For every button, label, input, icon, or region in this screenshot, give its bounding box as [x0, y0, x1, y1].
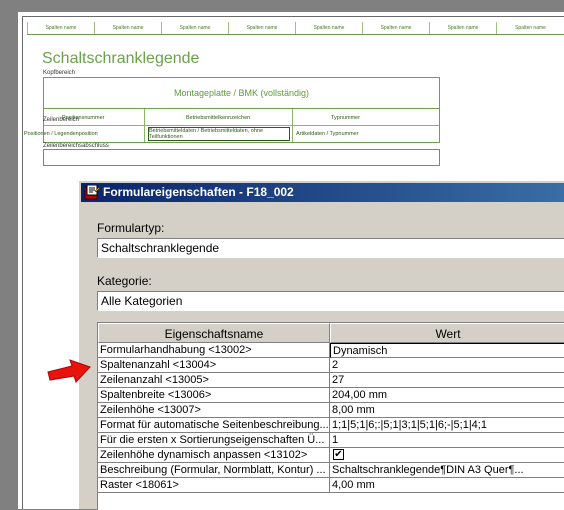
grid-row[interactable]: Beschreibung (Formular, Normblatt, Kontu… — [98, 463, 564, 478]
row-cell-typ: Artikeldaten / Typnummer — [296, 131, 359, 137]
grid-row[interactable]: Formularhandhabung <13002> Dynamisch ▼ — [98, 343, 564, 358]
header-cell: Spalten name — [429, 22, 496, 34]
property-value[interactable]: 1;1|5;1|6;:|5;1|3;1|5;1|6;-|5;1|4;1 — [330, 418, 564, 433]
checkbox[interactable]: ✔ — [333, 449, 344, 460]
table-divider — [144, 109, 145, 142]
dialog-titlebar[interactable]: Formulareigenschaften - F18_002 — [81, 183, 564, 202]
property-value[interactable]: 2 — [330, 358, 564, 373]
montage-box: Montageplatte / BMK (vollständig) — [43, 77, 440, 109]
formulareigenschaften-dialog: Formulareigenschaften - F18_002 Formular… — [78, 180, 564, 510]
grid-row[interactable]: Für die ersten x Sortierungseigenschafte… — [98, 433, 564, 448]
table-divider — [44, 125, 439, 126]
property-value[interactable]: 8,00 mm — [330, 403, 564, 418]
grid-row[interactable]: Spaltenbreite <13006> 204,00 mm — [98, 388, 564, 403]
property-value[interactable]: Schaltschranklegende¶DIN A3 Quer¶... — [330, 463, 564, 478]
header-cell: Spalten name — [496, 22, 564, 34]
grid-row[interactable]: Spaltenanzahl <13004> 2 — [98, 358, 564, 373]
property-value[interactable]: 27 — [330, 373, 564, 388]
property-value[interactable]: 4,00 mm — [330, 478, 564, 493]
zeilenbereich-label: Zeilenbereich — [43, 117, 80, 123]
property-name: Zeilenhöhe <13007> — [98, 403, 330, 418]
kategorie-label: Kategorie: — [97, 274, 152, 288]
property-name: Format für automatische Seitenbeschreibu… — [98, 418, 330, 433]
montage-label: Montageplatte / BMK (vollständig) — [173, 88, 310, 98]
property-value-checkbox-cell[interactable]: ✔ — [330, 448, 564, 463]
grid-row[interactable]: Zeilenanzahl <13005> 27 — [98, 373, 564, 388]
property-value: Dynamisch — [333, 345, 388, 357]
header-cell: Spalten name — [228, 22, 295, 34]
header-cell: Spalten name — [27, 22, 94, 34]
column-header-name[interactable]: Eigenschaftsname — [98, 323, 330, 343]
property-name: Beschreibung (Formular, Normblatt, Kontu… — [98, 463, 330, 478]
grid-row[interactable]: Zeilenhöhe dynamisch anpassen <13102> ✔ — [98, 448, 564, 463]
formulartyp-label: Formulartyp: — [97, 221, 165, 235]
formulartyp-field[interactable]: Schaltschranklegende — [97, 238, 564, 258]
kopfbereich-label: Kopfbereich — [43, 70, 76, 76]
property-name: Formularhandhabung <13002> — [98, 343, 330, 358]
property-name: Spaltenanzahl <13004> — [98, 358, 330, 373]
property-value[interactable]: 204,00 mm — [330, 388, 564, 403]
kategorie-field[interactable]: Alle Kategorien — [97, 291, 564, 311]
form-title: Schaltschranklegende — [42, 50, 200, 67]
property-name: Raster <18061> — [98, 478, 330, 493]
property-name: Spaltenbreite <13006> — [98, 388, 330, 403]
column-header-value[interactable]: Wert — [330, 323, 564, 343]
header-row: Spalten name Spalten name Spalten name S… — [27, 22, 564, 35]
red-arrow-icon — [47, 359, 91, 383]
dialog-title: Formulareigenschaften - F18_002 — [103, 185, 294, 199]
grid-row[interactable]: Format für automatische Seitenbeschreibu… — [98, 418, 564, 433]
grid-row[interactable]: Raster <18061> 4,00 mm — [98, 478, 564, 493]
properties-grid: Eigenschaftsname Wert Formularhandhabung… — [97, 322, 564, 510]
table-divider — [292, 109, 293, 142]
form-properties-icon — [84, 185, 100, 200]
property-value[interactable]: 1 — [330, 433, 564, 448]
zeilenbereich-abschluss-box — [43, 149, 440, 166]
grid-row[interactable]: Zeilenhöhe <13007> 8,00 mm — [98, 403, 564, 418]
property-name: Zeilenanzahl <13005> — [98, 373, 330, 388]
header-cell: Spalten name — [362, 22, 429, 34]
header-cell: Spalten name — [161, 22, 228, 34]
header-cell: Spalten name — [94, 22, 161, 34]
property-value-dropdown[interactable]: Dynamisch ▼ — [330, 343, 564, 358]
legend-table: Positionsnummer Betriebsmittelkennzeiche… — [24, 109, 440, 143]
row-cell-betriebsmittel: Betriebsmitteldaten / Betriebsmitteldate… — [148, 127, 290, 141]
col-header-betriebsmittel: Betriebsmittelkennzeichen — [186, 115, 251, 121]
property-name: Für die ersten x Sortierungseigenschafte… — [98, 433, 330, 448]
row-cell-position: Positionen / Legendenposition — [24, 131, 98, 137]
col-header-typ: Typnummer — [331, 115, 361, 121]
grid-header: Eigenschaftsname Wert — [98, 323, 564, 343]
property-name: Zeilenhöhe dynamisch anpassen <13102> — [98, 448, 330, 463]
header-cell: Spalten name — [295, 22, 362, 34]
